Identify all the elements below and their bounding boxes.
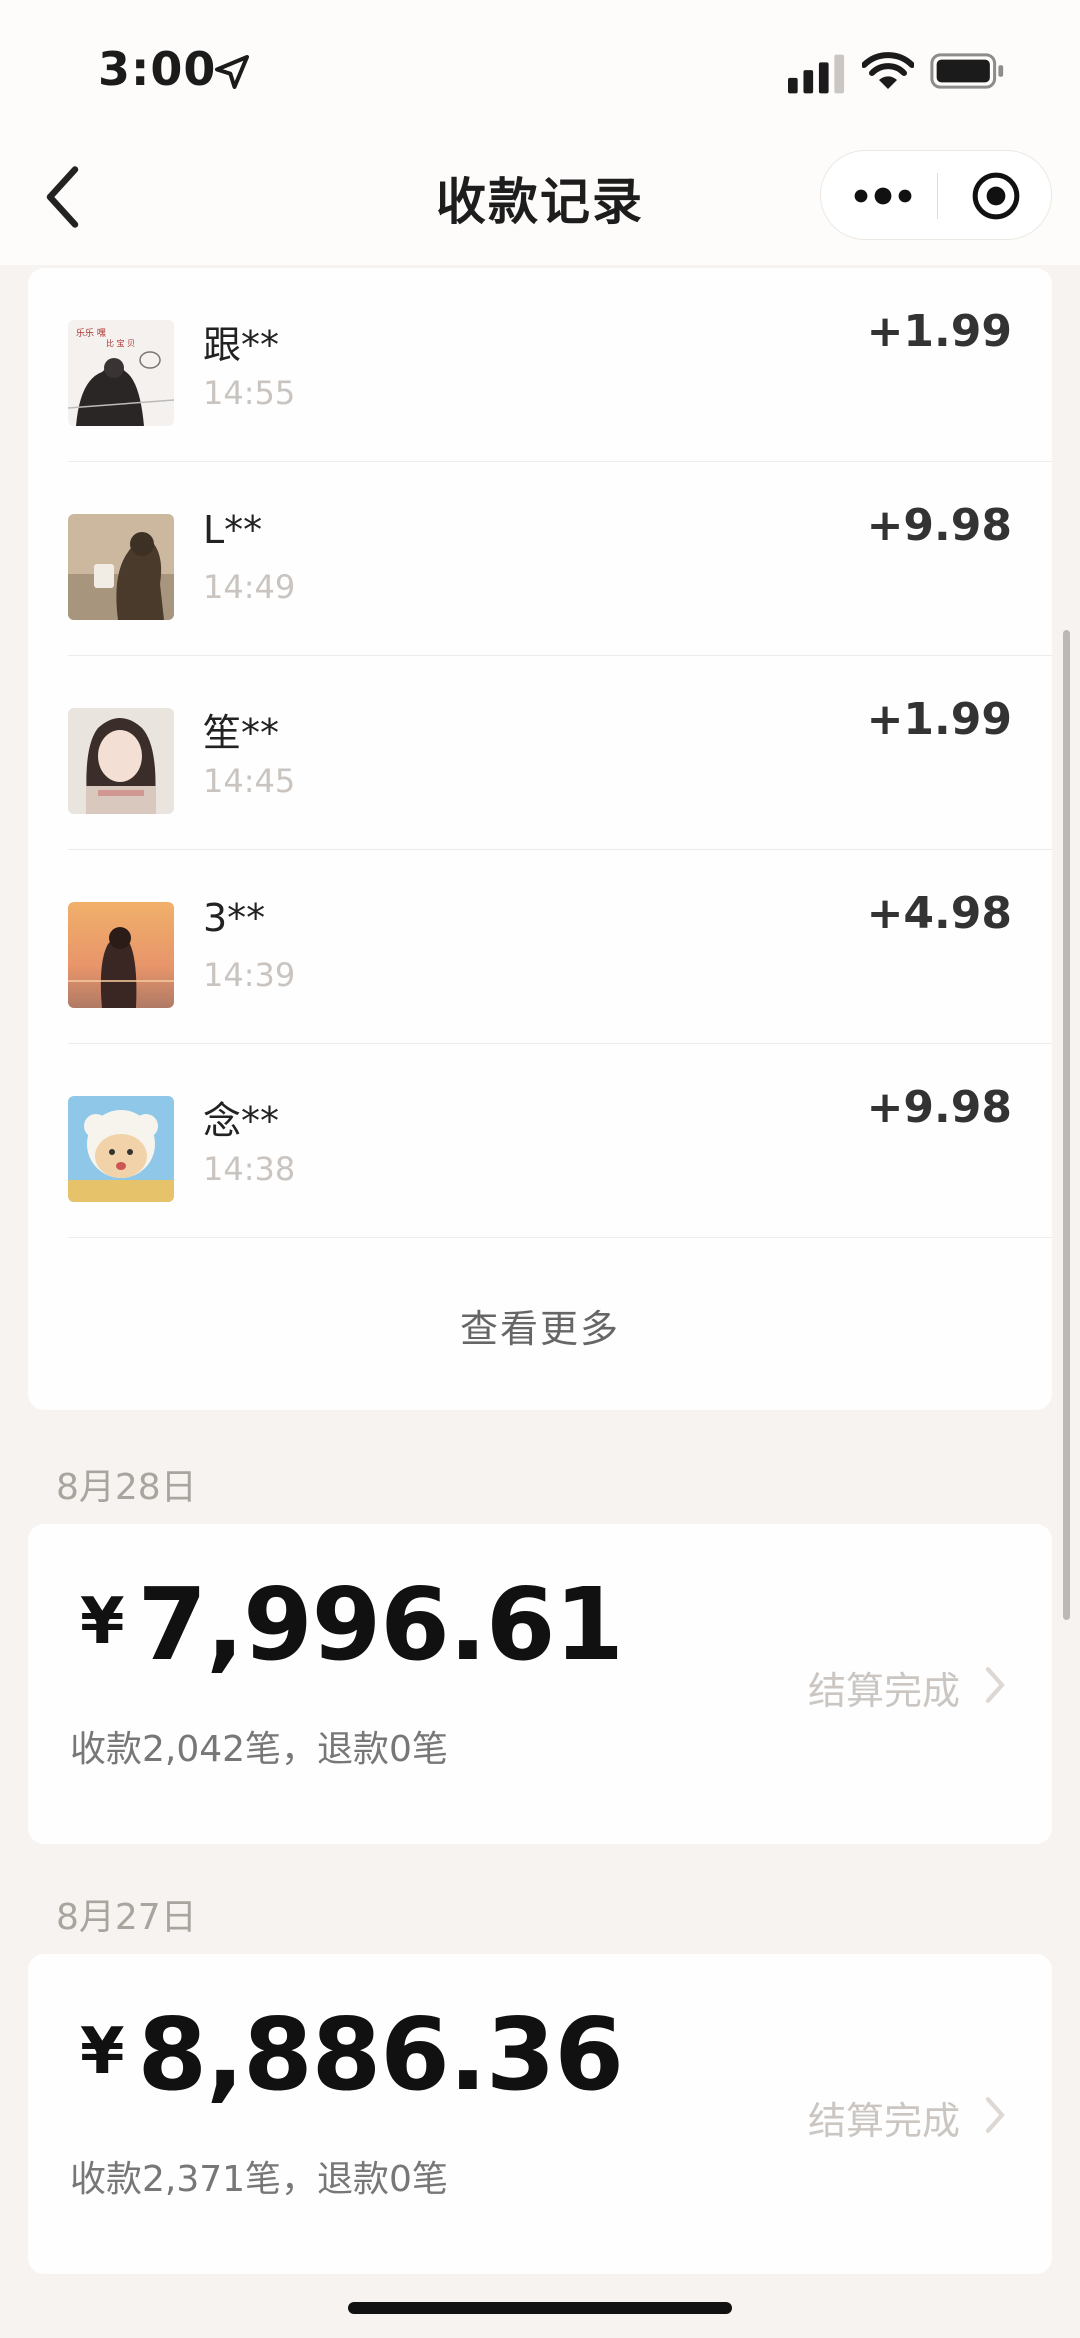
daily-count: 收款2,042笔，退款0笔 [70,1729,448,1770]
svg-text:乐乐 嘿: 乐乐 嘿 [76,327,106,339]
location-arrow-icon [215,55,249,89]
total-amount: 8,886.36 [137,1996,624,2113]
records-card: 乐乐 嘿 比 宝 贝 跟** 14:55 +1.99 L** 14:49 +9.… [28,268,1052,1410]
chevron-right-icon [985,1667,1005,1703]
more-icon[interactable] [851,176,915,216]
daily-summary-card[interactable]: ¥7,996.61 收款2,042笔，退款0笔 结算完成 [28,1524,1052,1844]
record-name: 笙** [203,711,280,755]
daily-summary-card[interactable]: ¥8,886.36 收款2,371笔，退款0笔 结算完成 [28,1954,1052,2274]
list-item[interactable]: L** 14:49 +9.98 [28,462,1052,656]
record-amount: +9.98 [866,500,1012,551]
signal-icon [788,54,845,94]
divider [68,1237,1052,1238]
chevron-right-icon [985,2097,1005,2133]
record-time: 14:49 [203,568,296,606]
record-name: 念** [203,1099,280,1143]
list-item[interactable]: 3** 14:39 +4.98 [28,850,1052,1044]
record-amount: +9.98 [866,1082,1012,1133]
daily-total: ¥7,996.61 [80,1566,624,1683]
scrollbar[interactable] [1063,630,1070,1620]
target-icon[interactable] [971,171,1021,221]
list-item[interactable]: 乐乐 嘿 比 宝 贝 跟** 14:55 +1.99 [28,268,1052,462]
record-name: 3** [203,896,266,940]
date-label: 8月27日 [56,1897,197,1938]
avatar [68,514,174,620]
list-item[interactable]: 笙** 14:45 +1.99 [28,656,1052,850]
view-more-button[interactable]: 查看更多 [28,1298,1052,1353]
avatar [68,902,174,1008]
daily-count: 收款2,371笔，退款0笔 [70,2159,448,2200]
wifi-icon [862,52,914,89]
date-label: 8月28日 [56,1467,197,1508]
status-time: 3:00 [98,42,217,96]
battery-icon [930,53,1004,89]
record-name: L** [203,508,263,552]
home-indicator[interactable] [348,2302,732,2314]
mini-program-capsule [820,150,1052,240]
currency-symbol: ¥ [80,1585,125,1659]
record-name: 跟** [203,323,280,367]
record-amount: +1.99 [866,694,1012,745]
record-amount: +4.98 [866,888,1012,939]
currency-symbol: ¥ [80,2015,125,2089]
settlement-status: 结算完成 [807,2099,960,2143]
total-amount: 7,996.61 [137,1566,624,1683]
avatar [68,1096,174,1202]
record-time: 14:39 [203,956,296,994]
avatar: 乐乐 嘿 比 宝 贝 [68,320,174,426]
record-amount: +1.99 [866,306,1012,357]
avatar [68,708,174,814]
settlement-status: 结算完成 [807,1669,960,1713]
record-time: 14:45 [203,762,296,800]
svg-text:比 宝 贝: 比 宝 贝 [106,338,135,348]
record-time: 14:55 [203,374,296,412]
status-bar: 3:00 [0,0,1080,140]
capsule-divider [937,173,938,219]
list-item[interactable]: 念** 14:38 +9.98 [28,1044,1052,1238]
record-time: 14:38 [203,1150,296,1188]
daily-total: ¥8,886.36 [80,1996,624,2113]
nav-bar: 收款记录 [0,140,1080,265]
